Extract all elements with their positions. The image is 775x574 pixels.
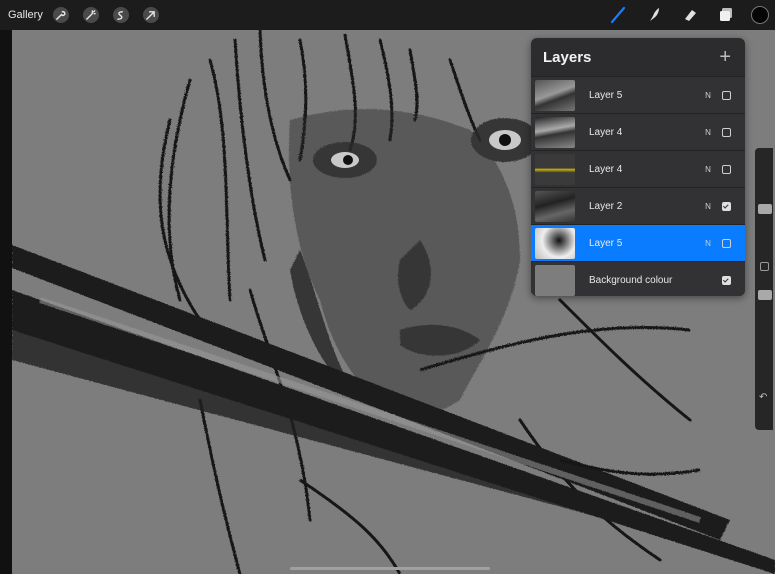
canvas-edge	[0, 0, 12, 574]
blend-mode-button[interactable]: N	[698, 91, 718, 100]
blend-mode-button[interactable]: N	[698, 165, 718, 174]
layer-thumbnail	[535, 153, 575, 185]
layer-row[interactable]: Layer 4 N	[531, 150, 745, 187]
undo-button[interactable]: ↶	[759, 392, 767, 403]
selection-icon[interactable]	[112, 7, 129, 23]
wrench-icon[interactable]	[52, 7, 69, 23]
visibility-checkbox[interactable]	[722, 164, 731, 174]
layers-icon[interactable]	[715, 4, 737, 26]
magic-wand-icon[interactable]	[82, 7, 99, 23]
layer-thumbnail	[535, 190, 575, 222]
blend-mode-button[interactable]: N	[698, 202, 718, 211]
layer-name: Layer 4	[589, 126, 623, 138]
blend-mode-button[interactable]: N	[698, 128, 718, 137]
layers-panel-title: Layers	[543, 48, 592, 66]
modify-button[interactable]	[760, 262, 769, 271]
visibility-checkbox[interactable]	[722, 275, 731, 285]
visibility-checkbox[interactable]	[722, 90, 731, 100]
layers-panel-header: Layers +	[531, 38, 745, 76]
layer-row[interactable]: Layer 5 N	[531, 76, 745, 113]
layer-name: Layer 5	[589, 89, 623, 101]
layers-panel: Layers + Layer 5 N Layer 4 N Layer 4 N Layer 2…	[531, 38, 745, 296]
visibility-checkbox[interactable]	[722, 127, 731, 137]
smudge-icon[interactable]	[643, 4, 665, 26]
transform-arrow-icon[interactable]	[142, 7, 159, 23]
layer-thumbnail	[535, 227, 575, 259]
layer-row[interactable]: Layer 5 N	[531, 224, 745, 261]
color-picker-button[interactable]	[751, 6, 769, 24]
layer-thumbnail	[535, 79, 575, 111]
add-layer-button[interactable]: +	[719, 47, 731, 67]
layer-thumbnail	[535, 264, 575, 296]
layer-name: Background colour	[589, 274, 673, 286]
brush-size-slider[interactable]	[758, 204, 772, 214]
layer-row[interactable]: Layer 2 N	[531, 187, 745, 224]
layer-row[interactable]: Layer 4 N	[531, 113, 745, 150]
layer-row-background[interactable]: Background colour	[531, 261, 745, 296]
visibility-checkbox[interactable]	[722, 238, 731, 248]
gallery-button[interactable]: Gallery	[8, 9, 43, 21]
eraser-icon[interactable]	[679, 4, 701, 26]
layer-thumbnail	[535, 116, 575, 148]
brush-icon[interactable]	[607, 4, 629, 26]
visibility-checkbox[interactable]	[722, 201, 731, 211]
layer-name: Layer 4	[589, 163, 623, 175]
right-tool-group	[593, 0, 769, 30]
layer-name: Layer 2	[589, 200, 623, 212]
layer-list: Layer 5 N Layer 4 N Layer 4 N Layer 2 N Layer 5 N	[531, 76, 745, 261]
brush-sidebar: ↶	[755, 148, 773, 430]
home-indicator	[290, 567, 490, 570]
brush-opacity-slider[interactable]	[758, 290, 772, 300]
blend-mode-button[interactable]: N	[698, 239, 718, 248]
top-toolbar: Gallery	[0, 0, 775, 30]
layer-name: Layer 5	[589, 237, 623, 249]
